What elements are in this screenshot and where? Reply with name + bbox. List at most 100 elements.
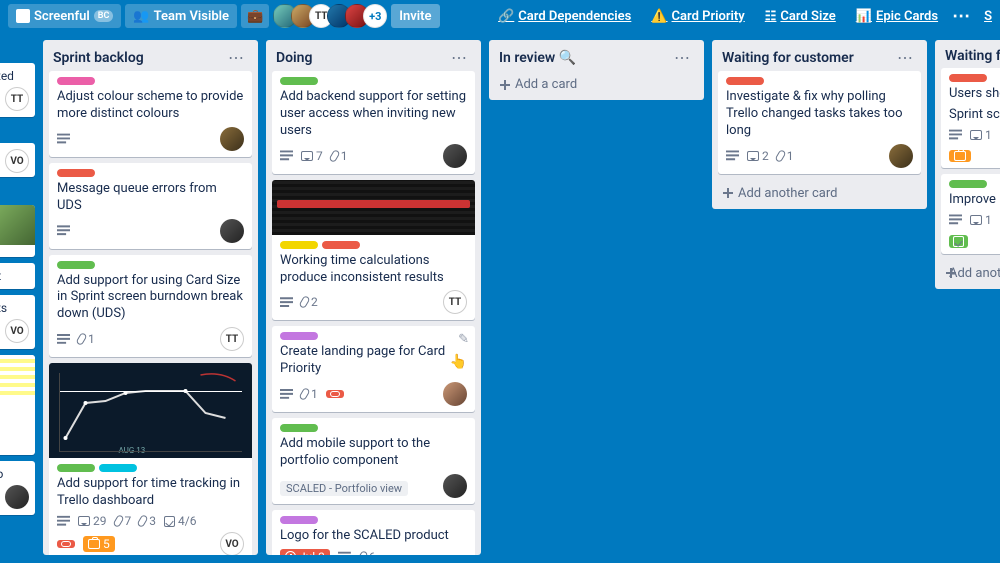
member-chip[interactable] bbox=[889, 144, 913, 168]
card-label[interactable] bbox=[949, 74, 987, 82]
visibility-button[interactable]: 👥 Team Visible bbox=[125, 4, 237, 28]
partial-card[interactable]: y to bbox=[0, 461, 35, 515]
partial-card[interactable]: eated TT bbox=[0, 63, 35, 117]
badge-count: 1 bbox=[787, 149, 794, 163]
card-title: Working time calculations produce incons… bbox=[280, 253, 467, 287]
card-label[interactable] bbox=[57, 261, 95, 269]
comments-badge: 1 bbox=[970, 213, 992, 227]
member-chip[interactable] bbox=[443, 474, 467, 498]
card-title: Create landing page for Card Priority bbox=[280, 344, 467, 378]
attachments-badge: 1 bbox=[301, 387, 318, 401]
comment-icon bbox=[970, 215, 982, 225]
invite-button[interactable]: Invite bbox=[391, 4, 439, 28]
nav-card-size[interactable]: ☷ Card Size bbox=[757, 9, 844, 24]
partial-card[interactable]: unt bbox=[0, 263, 35, 289]
partial-card[interactable]: ents VO bbox=[0, 295, 35, 349]
board-name-button[interactable]: Screenful BC bbox=[8, 4, 121, 28]
card-title: Message queue errors from UDS bbox=[57, 181, 244, 215]
add-card-button[interactable]: Add a card bbox=[489, 71, 704, 100]
card-label[interactable] bbox=[57, 77, 95, 85]
powerup-button[interactable]: 💼 bbox=[241, 4, 269, 28]
card-title: Users should bbox=[949, 86, 1000, 103]
partial-card[interactable] bbox=[0, 355, 35, 455]
card-label[interactable] bbox=[280, 77, 318, 85]
comments-badge: 1 bbox=[970, 128, 992, 142]
member-chip[interactable]: TT bbox=[443, 290, 467, 314]
nav-epic-cards[interactable]: 📊 Epic Cards bbox=[848, 9, 946, 24]
member-chip[interactable]: VO bbox=[5, 149, 29, 173]
card[interactable]: Users should Sprint screen 1 bbox=[941, 68, 1000, 168]
nav-label: Card Size bbox=[780, 9, 835, 24]
badge-count: 1 bbox=[341, 149, 348, 163]
card[interactable]: Message queue errors from UDS bbox=[49, 163, 252, 249]
member-chip[interactable] bbox=[443, 382, 467, 406]
card[interactable]: Add backend support for setting user acc… bbox=[272, 71, 475, 174]
nav-cutoff[interactable]: S bbox=[976, 9, 992, 24]
card[interactable]: Logo for the SCALED product Jul 3 6 SCAL… bbox=[272, 510, 475, 555]
chart-icon: 📊 bbox=[856, 9, 872, 24]
card-title: Add mobile support to the portfolio comp… bbox=[280, 436, 467, 470]
partial-card[interactable] bbox=[0, 205, 35, 257]
more-menu[interactable]: ⋯ bbox=[950, 6, 972, 27]
card[interactable]: Adjust colour scheme to provide more dis… bbox=[49, 71, 252, 157]
card-label[interactable] bbox=[726, 77, 764, 85]
card[interactable]: ✎ Create landing page for Card Priority … bbox=[272, 326, 475, 412]
description-icon bbox=[338, 550, 351, 555]
partial-card[interactable]: VO bbox=[0, 143, 35, 177]
card[interactable]: Improve UI-AP 1 bbox=[941, 174, 1000, 254]
dependency-badge bbox=[326, 390, 344, 398]
badge-count: 1 bbox=[985, 213, 992, 227]
card-label[interactable] bbox=[280, 332, 318, 340]
card-label[interactable] bbox=[280, 516, 318, 524]
card-label[interactable] bbox=[949, 180, 987, 188]
add-another-card-button[interactable]: Add another card bbox=[712, 180, 927, 209]
card-label[interactable] bbox=[280, 241, 318, 249]
comments-badge: 29 bbox=[78, 514, 107, 528]
list-menu-icon[interactable]: ⋯ bbox=[670, 48, 694, 67]
member-chip[interactable] bbox=[443, 144, 467, 168]
add-card-label: Add a card bbox=[515, 77, 577, 92]
card[interactable]: Add mobile support to the portfolio comp… bbox=[272, 418, 475, 504]
card-label[interactable] bbox=[99, 464, 137, 472]
list-title[interactable]: Sprint backlog bbox=[53, 50, 144, 66]
list-waiting-dev-partial: Waiting for de Users should Sprint scree… bbox=[935, 40, 1000, 289]
board-canvas[interactable]: eated TT VO unt ents VO y to Sprint back… bbox=[0, 32, 1000, 563]
list-title[interactable]: Doing bbox=[276, 50, 312, 66]
list-title[interactable]: Waiting for customer bbox=[722, 50, 854, 66]
card[interactable]: Working time calculations produce incons… bbox=[272, 180, 475, 321]
list-title[interactable]: Waiting for de bbox=[945, 48, 1000, 64]
member-chip[interactable]: TT bbox=[220, 327, 244, 351]
member-overflow[interactable]: +3 bbox=[363, 4, 387, 28]
list-menu-icon[interactable]: ⋯ bbox=[447, 48, 471, 67]
card[interactable]: AUG 13 Add support for time tracking in … bbox=[49, 363, 252, 555]
badge-count: 2 bbox=[762, 149, 769, 163]
priority-badge bbox=[949, 150, 971, 162]
pencil-icon[interactable]: ✎ bbox=[458, 332, 469, 347]
attachments-badge: 3 bbox=[139, 514, 156, 528]
member-chip[interactable]: VO bbox=[5, 319, 29, 343]
nav-card-priority[interactable]: ⚠️ Card Priority bbox=[643, 9, 752, 24]
nav-label: Card Dependencies bbox=[518, 9, 631, 24]
add-another-card-button[interactable]: Add another bbox=[935, 260, 1000, 289]
card[interactable]: Add support for using Card Size in Sprin… bbox=[49, 255, 252, 358]
member-chip[interactable] bbox=[5, 485, 29, 509]
card-label[interactable] bbox=[280, 424, 318, 432]
member-chip[interactable]: TT bbox=[5, 87, 29, 111]
card[interactable]: Investigate & fix why polling Trello cha… bbox=[718, 71, 921, 174]
priority-badge bbox=[949, 235, 968, 248]
card-title-fragment: ents bbox=[0, 301, 7, 315]
card-label[interactable] bbox=[57, 169, 95, 177]
attachments-badge: 2 bbox=[301, 295, 318, 309]
member-chip[interactable] bbox=[220, 219, 244, 243]
svg-text:AUG 13: AUG 13 bbox=[119, 446, 146, 455]
card-label[interactable] bbox=[322, 241, 360, 249]
nav-card-dependencies[interactable]: 🔗 Card Dependencies bbox=[490, 9, 639, 24]
list-menu-icon[interactable]: ⋯ bbox=[224, 48, 248, 67]
list-menu-icon[interactable]: ⋯ bbox=[893, 48, 917, 67]
card-title: Investigate & fix why polling Trello cha… bbox=[726, 89, 913, 140]
list-title[interactable]: In review 🔍 bbox=[499, 50, 576, 66]
attachment-icon bbox=[112, 514, 124, 528]
card-label[interactable] bbox=[57, 464, 95, 472]
member-chip[interactable]: VO bbox=[220, 532, 244, 555]
member-chip[interactable] bbox=[220, 127, 244, 151]
